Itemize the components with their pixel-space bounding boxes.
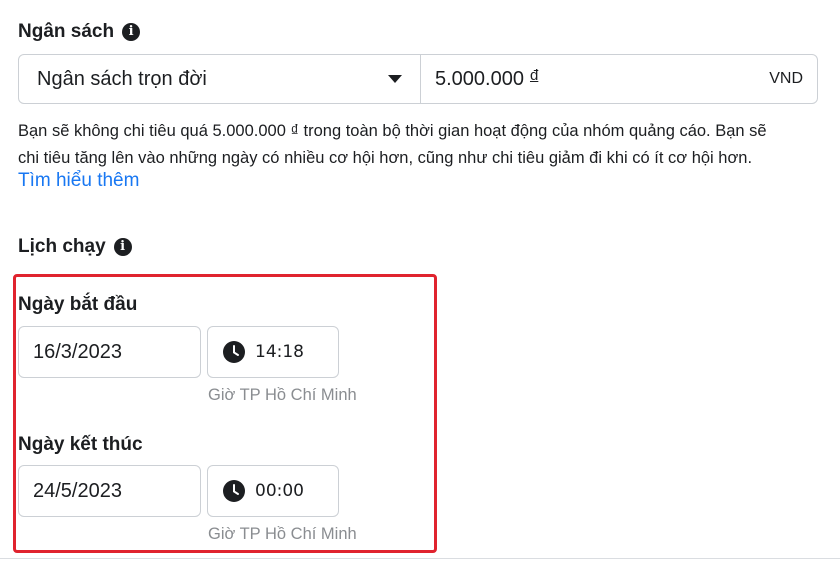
start-date-input[interactable]: 16/3/2023 [18, 326, 201, 378]
currency-code: VND [769, 70, 803, 87]
budget-control: Ngân sách trọn đời 5.000.000 đ VND [18, 54, 818, 104]
start-time-input[interactable]: 14:18 [207, 326, 339, 378]
budget-description: Bạn sẽ không chi tiêu quá 5.000.000 ₫ tr… [18, 118, 828, 172]
budget-description-line2: chi tiêu tăng lên vào những ngày có nhiề… [18, 149, 753, 167]
schedule-section-title: Lịch chạy i [18, 236, 132, 258]
start-date-label: Ngày bắt đầu [18, 294, 138, 315]
currency-symbol: đ [529, 66, 539, 84]
budget-title: Ngân sách [18, 21, 115, 42]
end-timezone-label: Giờ TP Hồ Chí Minh [208, 525, 357, 543]
start-timezone-label: Giờ TP Hồ Chí Minh [208, 386, 357, 404]
start-time-value: 14:18 [255, 342, 304, 362]
learn-more-link[interactable]: Tìm hiểu thêm [18, 170, 139, 192]
end-date-label: Ngày kết thúc [18, 434, 143, 455]
end-time-value: 00:00 [255, 481, 304, 501]
end-date-value: 24/5/2023 [33, 479, 122, 502]
info-icon[interactable]: i [113, 238, 132, 256]
budget-description-line1: Bạn sẽ không chi tiêu quá 5.000.000 ₫ tr… [18, 122, 767, 140]
end-date-input[interactable]: 24/5/2023 [18, 465, 201, 517]
clock-icon [223, 341, 245, 363]
caret-down-icon [388, 75, 402, 83]
budget-type-value: Ngân sách trọn đời [37, 67, 207, 90]
schedule-title: Lịch chạy [18, 236, 106, 257]
end-time-input[interactable]: 00:00 [207, 465, 339, 517]
clock-icon [223, 480, 245, 502]
section-divider [0, 558, 840, 559]
budget-section-title: Ngân sách i [18, 21, 141, 43]
start-date-value: 16/3/2023 [33, 340, 122, 363]
budget-type-dropdown[interactable]: Ngân sách trọn đời [19, 55, 421, 103]
budget-amount-value: 5.000.000 [435, 67, 524, 90]
budget-amount-input[interactable]: 5.000.000 đ VND [421, 55, 817, 103]
info-icon[interactable]: i [122, 23, 141, 41]
